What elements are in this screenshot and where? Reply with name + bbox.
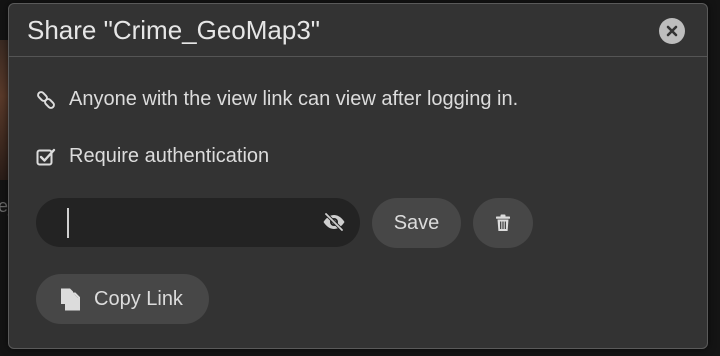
save-button[interactable]: Save [372, 198, 461, 248]
trash-icon [496, 214, 510, 231]
copy-link-button[interactable]: Copy Link [36, 274, 209, 324]
require-auth-label: Require authentication [69, 145, 270, 167]
copy-link-label: Copy Link [94, 287, 183, 310]
copy-icon [58, 287, 82, 311]
close-icon [666, 25, 678, 37]
link-icon [35, 89, 57, 111]
share-dialog: Share "Crime_GeoMap3" Anyone with the vi… [8, 3, 708, 349]
dialog-title: Share "Crime_GeoMap3" [27, 15, 321, 45]
delete-button[interactable] [473, 198, 533, 248]
checkbox-checked-icon[interactable] [35, 146, 57, 168]
close-button[interactable] [659, 18, 685, 44]
dialog-header: Share "Crime_GeoMap3" [9, 4, 707, 57]
view-link-text: Anyone with the view link can view after… [69, 88, 519, 110]
eye-slash-icon[interactable] [322, 212, 346, 232]
require-auth-checkbox[interactable]: Require authentication [35, 145, 269, 168]
password-input[interactable] [36, 198, 360, 247]
text-cursor [67, 208, 69, 238]
view-link-info: Anyone with the view link can view after… [35, 88, 518, 111]
